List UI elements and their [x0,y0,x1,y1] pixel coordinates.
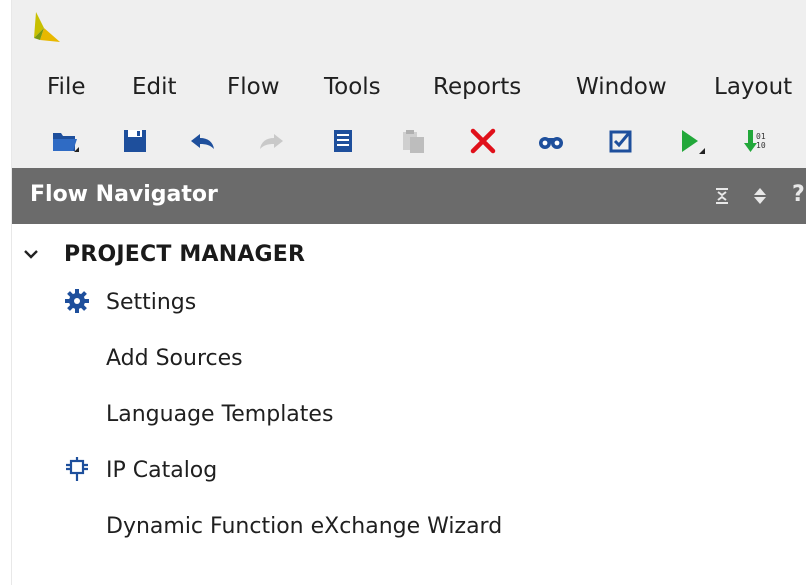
flow-navigator-header: Flow Navigator ? [12,168,806,224]
bitstream-icon: 01 10 [744,130,766,152]
nav-item-add-sources[interactable]: Add Sources [106,342,243,374]
save-icon [124,130,146,152]
nav-item-dfx-wizard[interactable]: Dynamic Function eXchange Wizard [106,510,502,542]
menu-window[interactable]: Window [576,74,667,100]
redo-icon [260,134,283,149]
menu-tools[interactable]: Tools [324,74,381,100]
nav-item-ip-catalog[interactable]: IP Catalog [106,454,217,486]
svg-text:01: 01 [756,132,766,141]
nav-item-language-templates[interactable]: Language Templates [106,398,333,430]
paste-icon [403,130,424,153]
title-bar [12,0,806,64]
collapse-all-icon[interactable] [712,186,732,206]
find-button[interactable] [534,124,568,158]
svg-text:10: 10 [756,141,766,150]
run-play-icon [682,130,705,154]
paste-button[interactable] [396,124,430,158]
chevron-down-icon[interactable] [20,243,42,265]
menu-flow[interactable]: Flow [227,74,280,100]
nav-item-label: Language Templates [106,401,334,427]
help-icon[interactable]: ? [792,182,805,207]
document-icon [334,130,352,152]
project-manager-label: PROJECT MANAGER [64,241,306,267]
main-toolbar: 01 10 [12,110,806,168]
redo-button[interactable] [254,124,288,158]
flow-navigator-title: Flow Navigator [30,182,218,207]
menu-file[interactable]: File [47,74,86,100]
project-manager-section[interactable]: PROJECT MANAGER [20,238,305,270]
nav-item-label: Settings [106,289,197,315]
menu-edit[interactable]: Edit [132,74,177,100]
generate-bitstream-button[interactable]: 01 10 [740,124,774,158]
ip-plug-icon [66,457,88,481]
nav-item-label: Add Sources [106,345,243,371]
nav-item-settings[interactable]: Settings [106,286,196,318]
run-button[interactable] [674,124,708,158]
menu-layout[interactable]: Layout [714,74,792,100]
delete-x-icon [470,128,496,154]
validate-button[interactable] [604,124,638,158]
menu-reports[interactable]: Reports [433,74,521,100]
save-project-button[interactable] [118,124,152,158]
undo-button[interactable] [186,124,220,158]
report-view-button[interactable] [326,124,360,158]
undo-icon [191,134,214,149]
menu-bar: File Edit Flow Tools Reports Window Layo… [12,64,806,110]
nav-item-label: Dynamic Function eXchange Wizard [106,513,503,539]
binoculars-icon [539,137,563,149]
expand-sort-icon[interactable] [750,186,770,206]
checkbox-icon [609,130,632,153]
delete-button[interactable] [466,124,500,158]
open-project-button[interactable] [48,124,82,158]
app-logo-icon [34,12,60,42]
gear-icon [65,289,89,313]
folder-open-icon [53,133,79,152]
nav-item-label: IP Catalog [106,457,218,483]
